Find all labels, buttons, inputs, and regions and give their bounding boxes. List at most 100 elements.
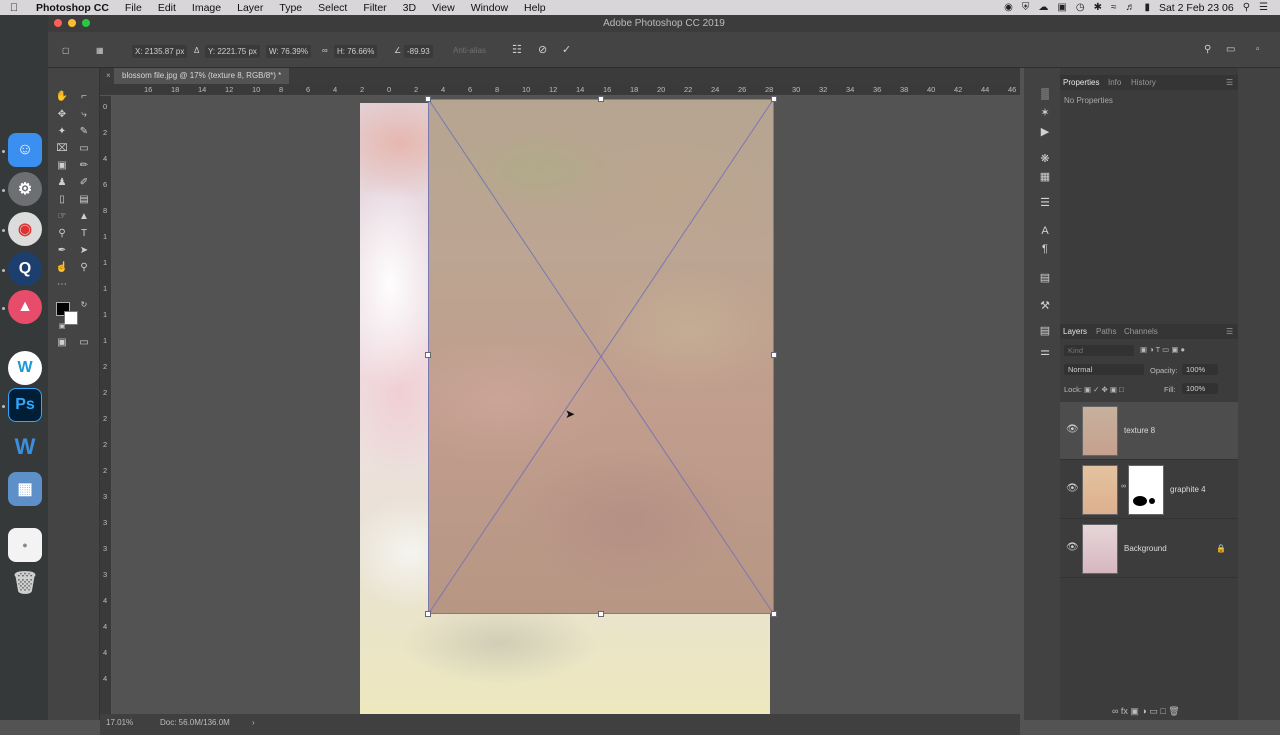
menubar-clock[interactable]: Sat 2 Feb 23 06 <box>1159 2 1234 14</box>
quick-select-tool-icon[interactable]: ✦ <box>54 125 70 139</box>
histogram-icon[interactable]: ▒ <box>1038 88 1052 100</box>
swap-colors-icon[interactable]: ↻ <box>76 298 92 312</box>
lock-options-icons[interactable]: ▣ ✓ ✥ ▣ □ <box>1084 385 1124 394</box>
menu-select[interactable]: Select <box>310 2 355 14</box>
vector-app-icon[interactable]: ▲ <box>8 290 42 324</box>
sharpen-tool-icon[interactable]: ▲ <box>76 210 92 224</box>
layer-name[interactable]: graphite 4 <box>1170 485 1206 494</box>
record-icon[interactable]: ◉ <box>1004 2 1013 13</box>
y-position-field[interactable]: Y: 2221.75 px <box>205 45 260 58</box>
close-window-icon[interactable] <box>54 19 62 27</box>
wifi-icon[interactable]: ≈ <box>1111 2 1117 13</box>
commit-transform-icon[interactable]: ✓ <box>562 43 571 56</box>
cancel-transform-icon[interactable]: ⊘ <box>538 43 547 56</box>
eraser-tool-icon[interactable]: ▯ <box>54 193 70 207</box>
quick-mask-icon[interactable]: ▣ <box>54 336 70 350</box>
height-field[interactable]: H: 76.66% <box>334 45 378 58</box>
tab-paths[interactable]: Paths <box>1096 327 1116 336</box>
link-icon[interactable]: ∞ <box>322 46 328 55</box>
menu-3d[interactable]: 3D <box>395 2 424 14</box>
frame-tool-icon[interactable]: ⌧ <box>54 142 70 156</box>
system-preferences-icon[interactable]: ⚙ <box>8 172 42 206</box>
workspace-icon[interactable]: ▭ <box>1226 44 1235 55</box>
transform-handle-bottom[interactable] <box>598 611 604 617</box>
opacity-field[interactable]: 100% <box>1182 364 1218 375</box>
blend-mode-select[interactable]: Normal <box>1064 364 1144 375</box>
reference-point-icon[interactable]: ▦ <box>96 46 104 55</box>
word-icon[interactable]: W <box>8 430 42 464</box>
transform-tool-icon[interactable]: ▢ <box>62 46 70 55</box>
tab-history[interactable]: History <box>1131 78 1156 87</box>
default-colors-icon[interactable]: ▣ <box>54 320 70 334</box>
tab-channels[interactable]: Channels <box>1124 327 1158 336</box>
visibility-eye-icon[interactable]: 👁 <box>1066 542 1079 553</box>
actions-icon[interactable]: ▶ <box>1038 125 1052 138</box>
anti-alias-checkbox[interactable]: Anti-alias <box>453 46 486 55</box>
transform-handle-top-left[interactable] <box>425 96 431 102</box>
cloud-icon[interactable]: ☁ <box>1038 2 1048 13</box>
volume-icon[interactable]: ♬ <box>1125 2 1135 13</box>
transform-handle-left[interactable] <box>425 352 431 358</box>
crop-tool-icon[interactable]: ⌐ <box>76 90 92 104</box>
spotlight-search-icon[interactable]: ⚲ <box>1243 2 1250 13</box>
menu-layer[interactable]: Layer <box>229 2 271 14</box>
doc-size[interactable]: Doc: 56.0M/136.0M <box>160 718 230 727</box>
more-tools-icon[interactable]: ⋯ <box>54 278 70 292</box>
zoom-tool-icon[interactable]: ⚲ <box>76 261 92 275</box>
notes-icon[interactable]: ☰ <box>1038 196 1052 209</box>
texture-layer-transform[interactable] <box>428 99 774 614</box>
visibility-eye-icon[interactable]: 👁 <box>1066 483 1079 494</box>
width-field[interactable]: W: 76.39% <box>266 45 311 58</box>
hand-tool-2-icon[interactable]: ☝ <box>54 261 70 275</box>
share-icon[interactable]: ▫ <box>1256 44 1260 55</box>
close-tab-icon[interactable]: × <box>106 68 111 84</box>
mask-link-icon[interactable]: ∞ <box>1121 483 1126 490</box>
layer-name[interactable]: Background <box>1124 544 1167 553</box>
eyedropper-tool-icon[interactable]: ✎ <box>76 125 92 139</box>
bluetooth-icon[interactable]: ✱ <box>1094 2 1102 13</box>
panel-menu-icon[interactable]: ☰ <box>1226 78 1233 87</box>
type-tool-icon[interactable]: T <box>76 227 92 241</box>
horizontal-ruler[interactable]: 16 18 14 12 10 8 6 4 2 0 2 4 6 8 10 12 14 16 18 20 22 24 26 28 3… <box>100 84 1020 96</box>
3d-icon[interactable]: ❋ <box>1038 152 1052 165</box>
rotation-field[interactable]: -89.93 <box>404 45 433 58</box>
dodge-tool-icon[interactable]: ⚲ <box>54 227 70 241</box>
finder-icon[interactable]: ☺ <box>8 133 42 167</box>
menu-edit[interactable]: Edit <box>150 2 184 14</box>
transform-handle-top[interactable] <box>598 96 604 102</box>
shield-icon[interactable]: ⛨ <box>1022 2 1030 13</box>
tab-info[interactable]: Info <box>1108 78 1121 87</box>
layers-menu-icon[interactable]: ☰ <box>1226 327 1233 336</box>
menu-window[interactable]: Window <box>463 2 516 14</box>
move-tool-icon[interactable]: ✥ <box>54 108 70 122</box>
tab-layers[interactable]: Layers <box>1063 327 1087 336</box>
time-machine-icon[interactable]: ◷ <box>1076 2 1085 13</box>
filter-type-icons[interactable]: ▣ ◑ T ▭ ▣ ● <box>1140 345 1185 354</box>
transform-handle-bottom-left[interactable] <box>425 611 431 617</box>
notification-center-icon[interactable]: ☰ <box>1259 2 1268 13</box>
zoom-window-icon[interactable] <box>82 19 90 27</box>
character-icon[interactable]: A <box>1038 225 1052 237</box>
libraries-icon[interactable]: ▤ <box>1038 324 1052 337</box>
document-icon[interactable]: ● <box>8 528 42 562</box>
gradient-tool-icon[interactable]: ▤ <box>76 193 92 207</box>
menu-help[interactable]: Help <box>516 2 554 14</box>
tool-presets-icon[interactable]: ⚒ <box>1038 299 1052 312</box>
adjustments-icon[interactable]: ✶ <box>1038 106 1052 119</box>
app-menu[interactable]: Photoshop CC <box>28 2 117 14</box>
transform-handle-top-right[interactable] <box>771 96 777 102</box>
layer-mask-thumbnail[interactable] <box>1128 465 1164 515</box>
tab-properties[interactable]: Properties <box>1063 78 1099 87</box>
chrome-icon[interactable]: ◉ <box>8 212 42 246</box>
quicktime-icon[interactable]: Q <box>8 252 42 286</box>
brush-tool-icon[interactable]: ✏ <box>76 159 92 173</box>
lasso-tool-icon[interactable]: ⤷ <box>76 108 92 122</box>
wunderlist-icon[interactable]: W <box>8 351 42 385</box>
trash-icon[interactable]: 🗑 <box>8 566 42 600</box>
status-menu-icon[interactable]: › <box>252 718 255 727</box>
zoom-level[interactable]: 17.01% <box>106 718 133 727</box>
visibility-eye-icon[interactable]: 👁 <box>1066 424 1079 435</box>
minimize-window-icon[interactable] <box>68 19 76 27</box>
transform-handle-bottom-right[interactable] <box>771 611 777 617</box>
layer-actions-icons[interactable]: ∞ fx ▣ ◑ ▭ □ 🗑 <box>1112 706 1180 717</box>
